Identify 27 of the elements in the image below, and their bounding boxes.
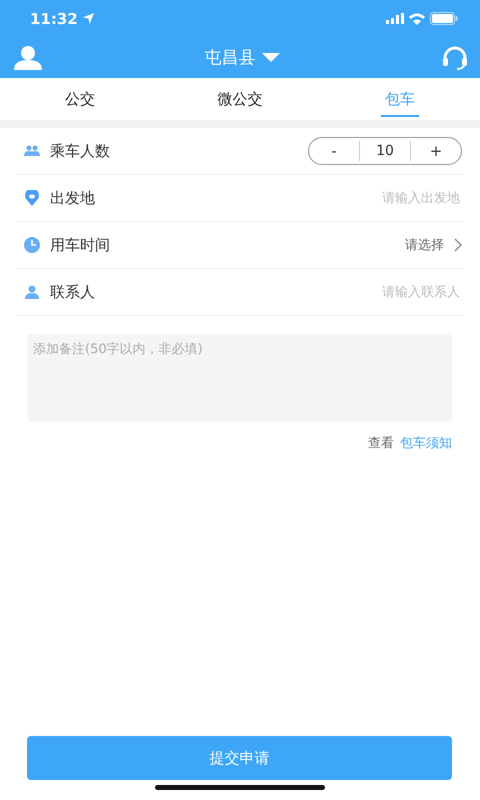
- field-label: 出发地: [50, 188, 95, 208]
- field-label: 乘车人数: [50, 142, 110, 160]
- chevron-right-icon: [454, 238, 462, 252]
- clock-icon: [24, 237, 40, 253]
- location-pin-icon: [24, 190, 40, 206]
- headset-icon[interactable]: [442, 46, 468, 70]
- notice-prefix: 查看: [368, 435, 394, 452]
- battery-icon: [430, 12, 458, 25]
- input-field[interactable]: 请输入出发地: [308, 190, 462, 206]
- user-icon[interactable]: [14, 46, 42, 70]
- time-select[interactable]: 请选择: [405, 236, 462, 254]
- signal-icon: [386, 13, 404, 24]
- field-label: 用车时间: [50, 236, 110, 254]
- note-field[interactable]: 添加备注(50字以内，非必填): [27, 334, 452, 422]
- location-arrow-icon: [82, 13, 94, 24]
- dropdown-caret-icon: [262, 52, 280, 62]
- wifi-icon: [409, 12, 425, 24]
- decrement-button[interactable]: -: [309, 138, 359, 164]
- field-label: 联系人: [50, 282, 95, 302]
- tab[interactable]: 公交: [0, 78, 160, 120]
- people-icon: [24, 145, 40, 157]
- input-field[interactable]: 请输入联系人: [308, 284, 462, 300]
- tab[interactable]: 微公交: [160, 78, 320, 120]
- passenger-count: 10: [359, 141, 411, 161]
- status-time: 11:32: [30, 10, 78, 28]
- person-icon: [24, 285, 40, 299]
- increment-button[interactable]: +: [411, 138, 461, 164]
